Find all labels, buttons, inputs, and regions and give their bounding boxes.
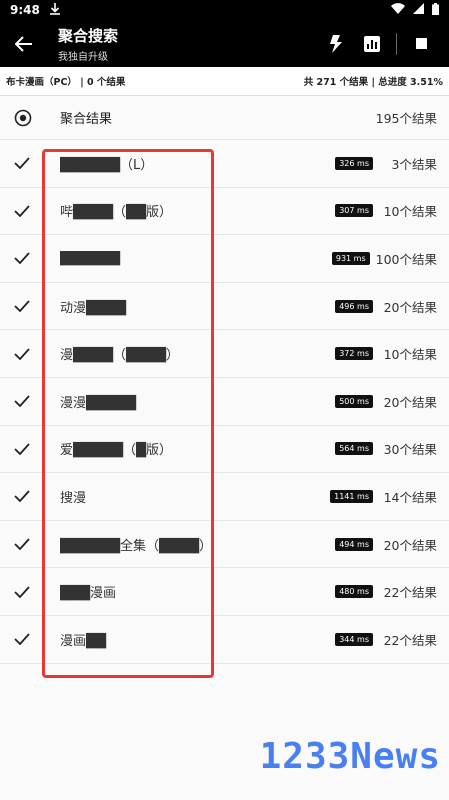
source-name: 漫画██ bbox=[60, 633, 106, 649]
source-name: 动漫████ bbox=[60, 300, 126, 316]
response-time-badge: 326 ms bbox=[335, 156, 373, 170]
result-count: 22个结果 bbox=[383, 585, 437, 601]
source-name: 哔████（██版） bbox=[60, 205, 172, 221]
signal-icon bbox=[413, 3, 424, 17]
response-time-badge: 931 ms bbox=[331, 251, 370, 265]
radio-selected-icon bbox=[14, 109, 32, 126]
stats-button[interactable] bbox=[354, 30, 390, 58]
source-row[interactable]: 动漫████ 496 ms 20个结果 bbox=[0, 283, 449, 331]
source-row[interactable]: ███漫画 480 ms 22个结果 bbox=[0, 568, 449, 616]
check-icon bbox=[14, 586, 30, 598]
source-row[interactable]: 漫漫█████ 500 ms 20个结果 bbox=[0, 378, 449, 426]
source-name: 搜漫 bbox=[60, 490, 87, 506]
source-row[interactable]: ██████全集（████） 494 ms 20个结果 bbox=[0, 521, 449, 569]
response-time-badge: 500 ms bbox=[335, 394, 373, 408]
check-icon bbox=[14, 538, 30, 551]
result-count: 20个结果 bbox=[383, 537, 437, 553]
aggregate-result-row[interactable]: 聚合结果 195个结果 bbox=[0, 96, 449, 140]
source-name: 爱█████（█版） bbox=[60, 443, 172, 459]
check-icon bbox=[14, 252, 30, 265]
check-icon bbox=[14, 633, 30, 646]
arrow-left-icon bbox=[15, 35, 32, 52]
source-name: 漫████（████） bbox=[60, 348, 179, 364]
toolbar: 聚合搜索 我独自升级 bbox=[0, 20, 449, 67]
lightning-icon bbox=[330, 34, 342, 53]
response-time-badge: 564 ms bbox=[335, 442, 373, 456]
check-icon bbox=[14, 443, 30, 455]
stop-icon bbox=[415, 38, 427, 49]
source-row[interactable]: 哔████（██版） 307 ms 10个结果 bbox=[0, 188, 449, 236]
search-progress-bar: 布卡漫画（PC） | 0 个结果 共 271 个结果 | 总进度 3.51% bbox=[0, 67, 449, 96]
source-name: ██████全集（████） bbox=[60, 538, 212, 554]
source-row[interactable]: 漫████（████） 372 ms 10个结果 bbox=[0, 330, 449, 378]
battery-icon bbox=[432, 2, 439, 18]
source-name: ██████ bbox=[60, 250, 120, 266]
result-count: 20个结果 bbox=[383, 299, 437, 315]
result-count: 100个结果 bbox=[375, 251, 437, 267]
response-time-badge: 496 ms bbox=[335, 299, 373, 313]
result-count: 3个结果 bbox=[391, 156, 437, 172]
bar-chart-icon bbox=[364, 35, 380, 52]
response-time-badge: 307 ms bbox=[335, 204, 373, 218]
response-time-badge: 480 ms bbox=[335, 585, 373, 599]
result-count: 14个结果 bbox=[383, 489, 437, 505]
result-count: 10个结果 bbox=[383, 347, 437, 363]
toolbar-divider bbox=[396, 32, 397, 55]
stop-button[interactable] bbox=[403, 30, 439, 58]
watermark: 1233News bbox=[259, 736, 441, 777]
check-icon bbox=[14, 395, 30, 408]
check-icon bbox=[14, 348, 30, 360]
page-title: 聚合搜索 bbox=[58, 26, 119, 45]
result-count: 20个结果 bbox=[383, 394, 437, 410]
current-source-status: 布卡漫画（PC） | 0 个结果 bbox=[6, 77, 126, 88]
flash-button[interactable] bbox=[318, 30, 354, 58]
back-button[interactable] bbox=[10, 30, 38, 58]
result-count: 22个结果 bbox=[383, 632, 437, 648]
source-row[interactable]: ██████（L） 326 ms 3个结果 bbox=[0, 140, 449, 188]
search-keyword: 我独自升级 bbox=[58, 51, 108, 63]
source-row[interactable]: 搜漫 1141 ms 14个结果 bbox=[0, 473, 449, 521]
check-icon bbox=[14, 300, 30, 313]
check-icon bbox=[14, 157, 30, 170]
source-list: 聚合结果 195个结果 ██████（L） 326 ms 3个结果哔████（██版… bbox=[0, 96, 449, 664]
total-progress: 共 271 个结果 | 总进度 3.51% bbox=[303, 77, 443, 88]
response-time-badge: 1141 ms bbox=[330, 489, 373, 503]
source-row[interactable]: 漫画██ 344 ms 22个结果 bbox=[0, 616, 449, 664]
download-icon bbox=[49, 2, 60, 18]
wifi-icon bbox=[391, 3, 405, 17]
result-count: 30个结果 bbox=[383, 442, 437, 458]
aggregate-count: 195个结果 bbox=[375, 111, 437, 126]
response-time-badge: 344 ms bbox=[335, 632, 373, 646]
result-count: 10个结果 bbox=[383, 204, 437, 220]
source-row[interactable]: 爱█████（█版） 564 ms 30个结果 bbox=[0, 426, 449, 474]
source-name: ███漫画 bbox=[60, 586, 116, 602]
response-time-badge: 372 ms bbox=[335, 347, 373, 361]
status-time: 9:48 bbox=[10, 3, 40, 17]
source-row[interactable]: ██████ 931 ms 100个结果 bbox=[0, 235, 449, 283]
status-bar: 9:48 bbox=[0, 0, 449, 20]
check-icon bbox=[14, 490, 30, 503]
source-name: ██████（L） bbox=[60, 157, 154, 173]
aggregate-label: 聚合结果 bbox=[60, 112, 113, 127]
check-icon bbox=[14, 205, 30, 217]
source-name: 漫漫█████ bbox=[60, 395, 136, 411]
response-time-badge: 494 ms bbox=[335, 537, 373, 551]
